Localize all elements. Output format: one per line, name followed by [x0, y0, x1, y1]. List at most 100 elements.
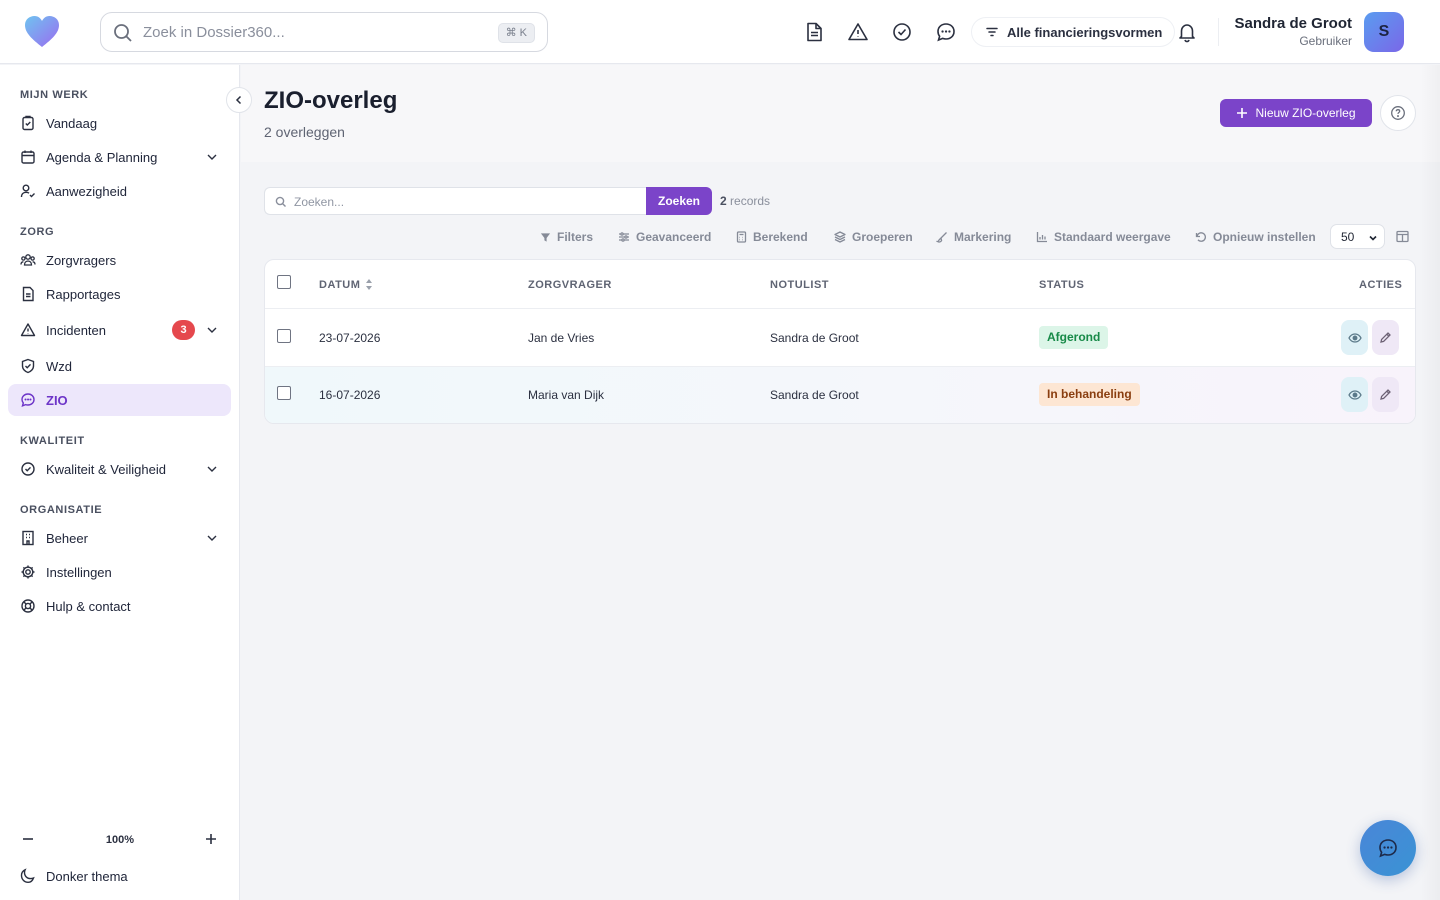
sidebar-item-incidenten[interactable]: Incidenten 3 [8, 314, 231, 346]
sidebar-item-aanwezigheid[interactable]: Aanwezigheid [8, 175, 231, 207]
zio-table: DATUM ZORGVRAGER NOTULIST STATUS ACTIES … [264, 259, 1416, 424]
top-bar: Zoek in Dossier360... ⌘ K Alle financier… [0, 0, 1440, 64]
global-search-input[interactable]: Zoek in Dossier360... ⌘ K [100, 12, 548, 52]
sort-icon[interactable] [365, 278, 373, 291]
edit-button[interactable] [1372, 377, 1399, 412]
sidebar-item-label: ZIO [46, 393, 68, 408]
user-name[interactable]: Sandra de Groot [1234, 15, 1352, 32]
eye-icon [1347, 331, 1362, 345]
warning-icon [20, 322, 36, 338]
column-header-client: ZORGVRAGER [528, 279, 612, 291]
advanced-label: Geavanceerd [636, 230, 712, 244]
table-search-button[interactable]: Zoeken [646, 187, 712, 215]
row-checkbox[interactable] [277, 329, 291, 343]
users-icon [20, 252, 36, 268]
eye-icon [1347, 388, 1362, 402]
calendar-icon [20, 149, 36, 165]
sidebar-item-kwaliteit[interactable]: Kwaliteit & Veiligheid [8, 453, 231, 485]
sidebar-item-label: Beheer [46, 531, 88, 546]
file-text-icon [20, 286, 36, 302]
sidebar-item-label: Incidenten [46, 323, 106, 338]
default-view-button[interactable]: Standaard weergave [1036, 229, 1171, 245]
calculator-icon [736, 231, 747, 243]
table-row[interactable]: 23-07-2026 Jan de Vries Sandra de Groot … [265, 310, 1415, 367]
sidebar-item-rapportages[interactable]: Rapportages [8, 278, 231, 310]
building-icon [20, 530, 36, 546]
incident-count-badge: 3 [172, 320, 195, 340]
check-circle-icon[interactable] [891, 21, 913, 43]
filter-icon [985, 25, 999, 39]
user-role: Gebruiker [1299, 34, 1352, 48]
highlight-button[interactable]: Markering [936, 229, 1011, 245]
row-checkbox[interactable] [277, 386, 291, 400]
columns-icon[interactable] [1396, 230, 1409, 243]
brush-icon [936, 231, 948, 243]
sidebar-item-zorgvragers[interactable]: Zorgvragers [8, 244, 231, 276]
sidebar-item-agenda[interactable]: Agenda & Planning [8, 141, 231, 173]
column-header-date[interactable]: DATUM [319, 279, 360, 291]
sidebar-item-label: Rapportages [46, 287, 121, 302]
chevron-down-icon[interactable] [205, 531, 219, 545]
reset-label: Opnieuw instellen [1213, 230, 1316, 244]
table-search-input[interactable]: Zoeken... [264, 187, 648, 215]
warning-icon[interactable] [847, 21, 869, 43]
search-placeholder: Zoek in Dossier360... [143, 24, 285, 41]
bell-icon[interactable] [1176, 21, 1198, 43]
table-row[interactable]: 16-07-2026 Maria van Dijk Sandra de Groo… [265, 367, 1415, 423]
heart-logo-icon[interactable] [24, 15, 60, 49]
group-label: Groeperen [852, 230, 913, 244]
chat-fab-button[interactable] [1360, 820, 1416, 876]
record-count: 2 records [720, 194, 770, 208]
advanced-button[interactable]: Geavanceerd [618, 229, 711, 245]
sidebar-collapse-button[interactable] [226, 87, 252, 113]
status-badge: In behandeling [1039, 383, 1140, 406]
sidebar-item-label: Vandaag [46, 116, 98, 131]
layers-icon [834, 231, 846, 243]
search-icon [113, 23, 133, 43]
chevron-down-icon[interactable] [205, 462, 219, 476]
chat-icon[interactable] [935, 21, 957, 43]
financing-filter-label: Alle financieringsvormen [1007, 24, 1163, 40]
dark-theme-toggle[interactable]: Donker thema [8, 860, 231, 892]
sidebar-item-instellingen[interactable]: Instellingen [8, 556, 231, 588]
filters-button[interactable]: Filters [540, 229, 593, 245]
section-title-organisatie: ORGANISATIE [20, 504, 103, 516]
sidebar-item-hulp[interactable]: Hulp & contact [8, 590, 231, 622]
sidebar-item-beheer[interactable]: Beheer [8, 522, 231, 554]
search-shortcut-hint: ⌘ K [497, 23, 535, 43]
status-badge: Afgerond [1039, 326, 1109, 349]
shield-check-icon [20, 358, 36, 374]
help-button[interactable] [1380, 95, 1416, 131]
column-header-actions: ACTIES [1359, 279, 1403, 291]
edit-button[interactable] [1372, 320, 1399, 355]
financing-filter-button[interactable]: Alle financieringsvormen [972, 18, 1175, 46]
sidebar-item-wzd[interactable]: Wzd [8, 350, 231, 382]
row-client: Maria van Dijk [528, 388, 605, 402]
reset-button[interactable]: Opnieuw instellen [1195, 229, 1316, 245]
sidebar-item-zio[interactable]: ZIO [8, 384, 231, 416]
chevron-down-icon[interactable] [205, 150, 219, 164]
chevron-down-icon[interactable] [205, 323, 219, 337]
row-note-taker: Sandra de Groot [770, 331, 859, 345]
gear-icon [20, 564, 36, 580]
select-all-checkbox[interactable] [277, 275, 291, 289]
calculated-button[interactable]: Berekend [736, 229, 808, 245]
view-button[interactable] [1341, 320, 1368, 355]
clipboard-check-icon [20, 115, 36, 131]
sidebar-item-label: Kwaliteit & Veiligheid [46, 462, 166, 477]
avatar[interactable]: S [1364, 12, 1404, 52]
search-icon [275, 196, 287, 208]
sidebar-item-vandaag[interactable]: Vandaag [8, 107, 231, 139]
column-header-note-taker: NOTULIST [770, 279, 829, 291]
column-header-status: STATUS [1039, 279, 1085, 291]
new-zio-button[interactable]: Nieuw ZIO-overleg [1220, 99, 1372, 127]
record-count-value: 2 [720, 194, 727, 208]
group-button[interactable]: Groeperen [834, 229, 913, 245]
per-page-select[interactable]: 50 [1330, 224, 1385, 249]
document-icon[interactable] [803, 21, 825, 43]
zoom-in-button[interactable] [203, 831, 219, 847]
view-button[interactable] [1341, 377, 1368, 412]
section-title-kwaliteit: KWALITEIT [20, 435, 85, 447]
lifebuoy-icon [20, 598, 36, 614]
badge-check-icon [20, 461, 36, 477]
